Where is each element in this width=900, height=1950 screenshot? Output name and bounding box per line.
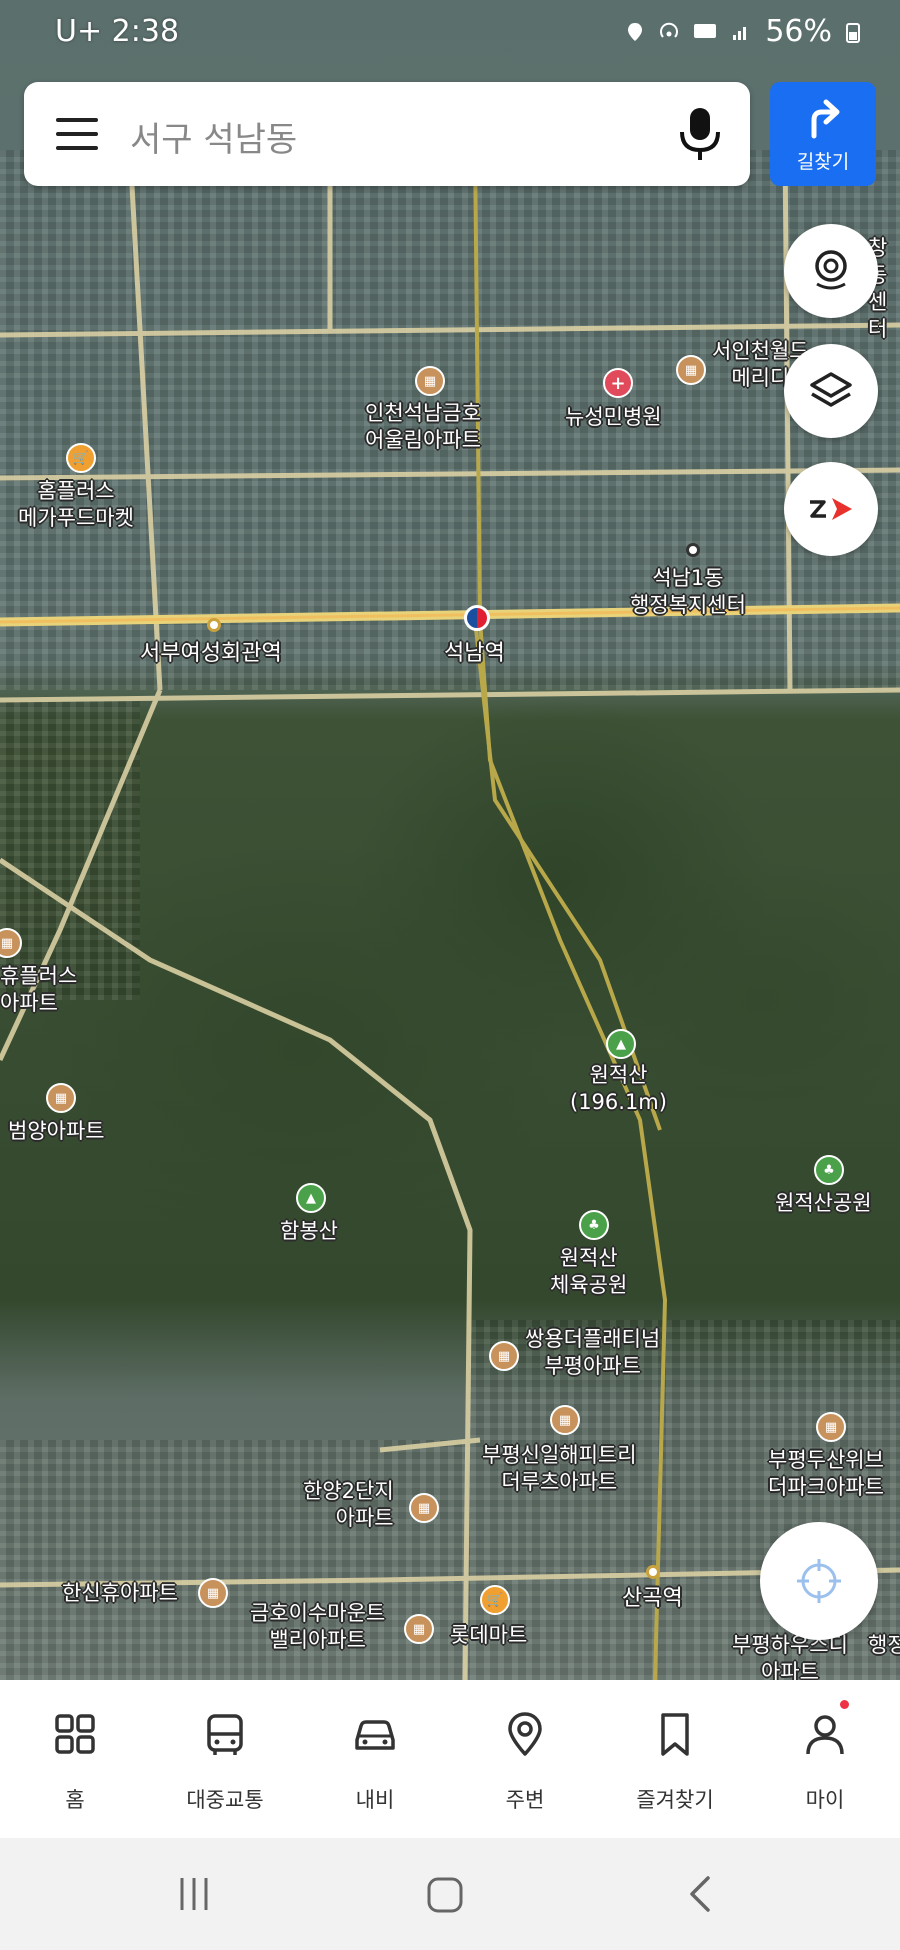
map-label-apartment[interactable]: 범양아파트 xyxy=(8,1118,105,1145)
nav-favorites[interactable]: 즐겨찾기 xyxy=(600,1680,750,1838)
nav-navi-label: 내비 xyxy=(355,1788,395,1812)
nav-home[interactable]: 홈 xyxy=(0,1680,150,1838)
location-pin-icon xyxy=(508,1712,542,1756)
nav-transit-label: 대중교통 xyxy=(186,1788,264,1812)
tree-icon[interactable]: ♣ xyxy=(579,1210,609,1240)
clock: 2:38 xyxy=(111,14,180,49)
station-marker[interactable] xyxy=(646,1565,660,1579)
map-label-park[interactable]: 원적산공원 xyxy=(775,1190,872,1217)
mountain-icon[interactable]: ▲ xyxy=(296,1183,326,1213)
map-label-mountain[interactable]: 원적산 (196.1m) xyxy=(570,1062,667,1116)
apartment-icon[interactable]: ▦ xyxy=(676,355,706,385)
search-input[interactable]: 서구 석남동 xyxy=(130,112,297,161)
layers-icon xyxy=(810,372,852,407)
subway-station-icon[interactable] xyxy=(464,605,490,631)
nav-navi[interactable]: 내비 xyxy=(300,1680,450,1838)
nav-nearby-label: 주변 xyxy=(505,1788,545,1812)
map-label-apartment[interactable]: 부평하우스디 아파트 xyxy=(732,1632,848,1680)
apartment-icon[interactable]: ▦ xyxy=(816,1412,846,1442)
system-navigation-bar xyxy=(0,1838,900,1950)
shopping-cart-icon[interactable]: 🛒 xyxy=(480,1585,510,1615)
directions-button[interactable]: 길찾기 xyxy=(770,82,876,186)
station-marker[interactable] xyxy=(207,618,221,632)
map-label-apartment[interactable]: 부평두산위브 더파크아파트 xyxy=(768,1447,884,1501)
map-label-hospital[interactable]: 뉴성민병원 xyxy=(565,404,662,431)
map-label-apartment[interactable]: 쌍용더플래티넘 부평아파트 xyxy=(525,1326,660,1380)
map-label-apartment[interactable]: 한신휴아파트 xyxy=(62,1580,178,1607)
nav-home-label: 홈 xyxy=(65,1788,85,1812)
apartment-icon[interactable]: ▦ xyxy=(489,1341,519,1371)
microphone-icon[interactable] xyxy=(672,104,728,164)
grid-icon xyxy=(55,1714,95,1754)
map-label-station[interactable]: 산곡역 xyxy=(622,1585,683,1612)
map-label-admin-center[interactable]: 석남1동 행정복지센터 xyxy=(630,565,746,619)
mountain-icon[interactable]: ▲ xyxy=(606,1029,636,1059)
bookmark-icon xyxy=(661,1713,689,1756)
nav-favorites-label: 즐겨찾기 xyxy=(636,1788,714,1812)
road-network xyxy=(0,149,900,1680)
search-bar[interactable]: 서구 석남동 xyxy=(24,82,750,186)
admin-office-marker[interactable] xyxy=(686,543,700,557)
status-time: U+ 2:38 xyxy=(55,14,179,49)
shopping-cart-icon[interactable]: 🛒 xyxy=(66,443,96,473)
nav-my[interactable]: 마이 xyxy=(750,1680,900,1838)
map-view[interactable]: ▦ + ▦ 🛒 ▦ ▦ ▲ ♣ ▲ ♣ ▦ ▦ ▦ ▦ ▦ ▦ 🛒 인천석남금호… xyxy=(0,0,900,1680)
signal-icon xyxy=(733,26,747,40)
apartment-icon[interactable]: ▦ xyxy=(46,1083,76,1113)
map-label-apartment[interactable]: 휴플러스 아파트 xyxy=(0,963,77,1017)
street-view-icon xyxy=(815,250,847,290)
back-icon[interactable] xyxy=(684,1874,714,1914)
map-label-station[interactable]: 석남역 xyxy=(444,640,505,667)
battery-level: 56% xyxy=(765,14,832,49)
map-label-mart[interactable]: 롯데마트 xyxy=(450,1622,527,1649)
map-label-park[interactable]: 원적산 체육공원 xyxy=(550,1245,627,1299)
current-location-button[interactable] xyxy=(760,1522,878,1640)
hotspot-icon xyxy=(660,22,679,38)
map-label-apartment[interactable]: 금호이수마운트 밸리아파트 xyxy=(250,1600,385,1654)
apartment-icon[interactable]: ▦ xyxy=(404,1614,434,1644)
apartment-icon[interactable]: ▦ xyxy=(550,1405,580,1435)
car-icon xyxy=(355,1720,395,1750)
status-icons: 56% xyxy=(625,14,860,49)
notification-dot xyxy=(840,1700,849,1709)
recent-apps-icon[interactable] xyxy=(176,1876,212,1912)
status-bar: U+ 2:38 56% xyxy=(0,0,900,70)
home-icon[interactable] xyxy=(426,1876,464,1914)
person-icon xyxy=(806,1715,844,1755)
hospital-icon[interactable]: + xyxy=(603,368,633,398)
street-view-button[interactable] xyxy=(784,224,878,318)
nav-nearby[interactable]: 주변 xyxy=(450,1680,600,1838)
apartment-icon[interactable]: ▦ xyxy=(409,1493,439,1523)
apartment-icon[interactable]: ▦ xyxy=(198,1578,228,1608)
map-label-apartment[interactable]: 한양2단지 아파트 xyxy=(303,1478,394,1532)
map-label-mountain[interactable]: 함봉산 xyxy=(280,1218,338,1245)
map-label-station[interactable]: 서부여성회관역 xyxy=(140,640,282,667)
crosshair-icon xyxy=(797,1559,841,1603)
map-label-mart[interactable]: 홈플러스 메가푸드마켓 xyxy=(18,478,134,532)
tree-icon[interactable]: ♣ xyxy=(814,1155,844,1185)
apartment-icon[interactable]: ▦ xyxy=(415,366,445,396)
turn-right-arrow-icon xyxy=(811,99,840,139)
nav-transit[interactable]: 대중교통 xyxy=(150,1680,300,1838)
map-label-apartment[interactable]: 부평신일해피트리 더루츠아파트 xyxy=(482,1442,637,1496)
navi-logo-icon xyxy=(810,498,852,520)
5g-icon xyxy=(694,23,717,38)
bus-icon xyxy=(207,1714,243,1755)
location-icon xyxy=(628,22,643,41)
map-label-apartment[interactable]: 인천석남금호 어울림아파트 xyxy=(365,400,481,454)
map-label-partial[interactable]: 행정 xyxy=(868,1632,900,1659)
nav-my-label: 마이 xyxy=(805,1788,845,1812)
bottom-navigation: 홈 대중교통 내비 주변 즐겨찾기 마이 xyxy=(0,1680,900,1838)
map-layers-button[interactable] xyxy=(784,344,878,438)
carrier-label: U+ xyxy=(55,14,103,49)
navi-shortcut-button[interactable] xyxy=(784,462,878,556)
battery-icon xyxy=(846,22,860,43)
menu-icon[interactable] xyxy=(56,118,98,150)
directions-label: 길찾기 xyxy=(796,151,850,173)
